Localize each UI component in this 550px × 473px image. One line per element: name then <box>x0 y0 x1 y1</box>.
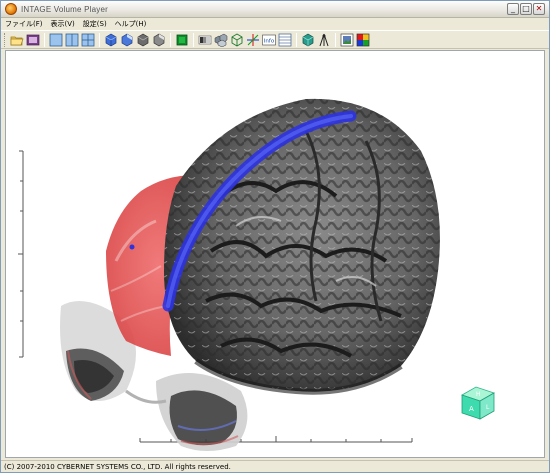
title-bar[interactable]: INTAGE Volume Player _ □ ✕ <box>1 1 549 18</box>
status-bar: (C) 2007-2010 CYBERNET SYSTEMS CO., LTD.… <box>1 460 549 472</box>
window-controls: _ □ ✕ <box>507 3 545 15</box>
tripod-icon[interactable] <box>317 33 331 47</box>
menu-file[interactable]: ファイル(F) <box>5 19 43 29</box>
cube-top-label: H <box>476 391 481 398</box>
table-icon[interactable] <box>278 33 292 47</box>
cube-blue-icon[interactable] <box>104 33 118 47</box>
copyright-text: (C) 2007-2010 CYBERNET SYSTEMS CO., LTD.… <box>4 463 231 471</box>
single-view-icon[interactable] <box>49 33 63 47</box>
info-icon[interactable]: Info <box>262 33 276 47</box>
four-view-icon[interactable] <box>81 33 95 47</box>
toolbar-grip[interactable] <box>4 32 7 47</box>
menu-view[interactable]: 表示(V) <box>51 19 75 29</box>
maximize-button[interactable]: □ <box>520 3 532 15</box>
toolbar-separator <box>296 32 297 47</box>
cube-front-label: A <box>469 405 474 413</box>
vertical-scale <box>18 150 24 358</box>
close-button[interactable]: ✕ <box>533 3 545 15</box>
menu-settings[interactable]: 設定(S) <box>83 19 107 29</box>
menu-help[interactable]: ヘルプ(H) <box>115 19 147 29</box>
toolbar-separator <box>335 32 336 47</box>
multi-cube-icon[interactable] <box>214 33 228 47</box>
main-window: INTAGE Volume Player _ □ ✕ ファイル(F) 表示(V)… <box>0 0 550 473</box>
open-folder-icon[interactable] <box>10 33 24 47</box>
toolbar-separator <box>193 32 194 47</box>
palette-icon[interactable] <box>356 33 370 47</box>
open-volume-icon[interactable] <box>26 33 40 47</box>
toolbar-separator <box>170 32 171 47</box>
gradation-icon[interactable] <box>198 33 212 47</box>
toolbar-separator <box>44 32 45 47</box>
two-view-icon[interactable] <box>65 33 79 47</box>
wire-cube-icon[interactable] <box>230 32 244 47</box>
info-icon-label: Info <box>264 38 275 44</box>
cube-gray-cut-icon[interactable] <box>152 33 166 47</box>
minimize-button[interactable]: _ <box>507 3 519 15</box>
green-square-icon[interactable] <box>175 33 189 47</box>
window-title: INTAGE Volume Player <box>21 4 108 14</box>
orientation-cube[interactable]: A L H <box>461 386 495 420</box>
cube-blue-cut-icon[interactable] <box>120 33 134 47</box>
toolbar-separator <box>99 32 100 47</box>
toolbar: Info <box>1 30 549 49</box>
menu-bar: ファイル(F) 表示(V) 設定(S) ヘルプ(H) <box>1 18 549 30</box>
image-icon[interactable] <box>340 33 354 47</box>
volume-render-canvas[interactable]: A L H <box>6 51 545 458</box>
cube-gray-icon[interactable] <box>136 33 150 47</box>
brain-volume <box>164 98 440 395</box>
volume-settings-icon[interactable] <box>301 33 315 47</box>
volume-render-viewport[interactable]: A L H <box>5 50 545 458</box>
app-icon[interactable] <box>5 3 17 15</box>
axis-icon[interactable] <box>246 33 260 47</box>
